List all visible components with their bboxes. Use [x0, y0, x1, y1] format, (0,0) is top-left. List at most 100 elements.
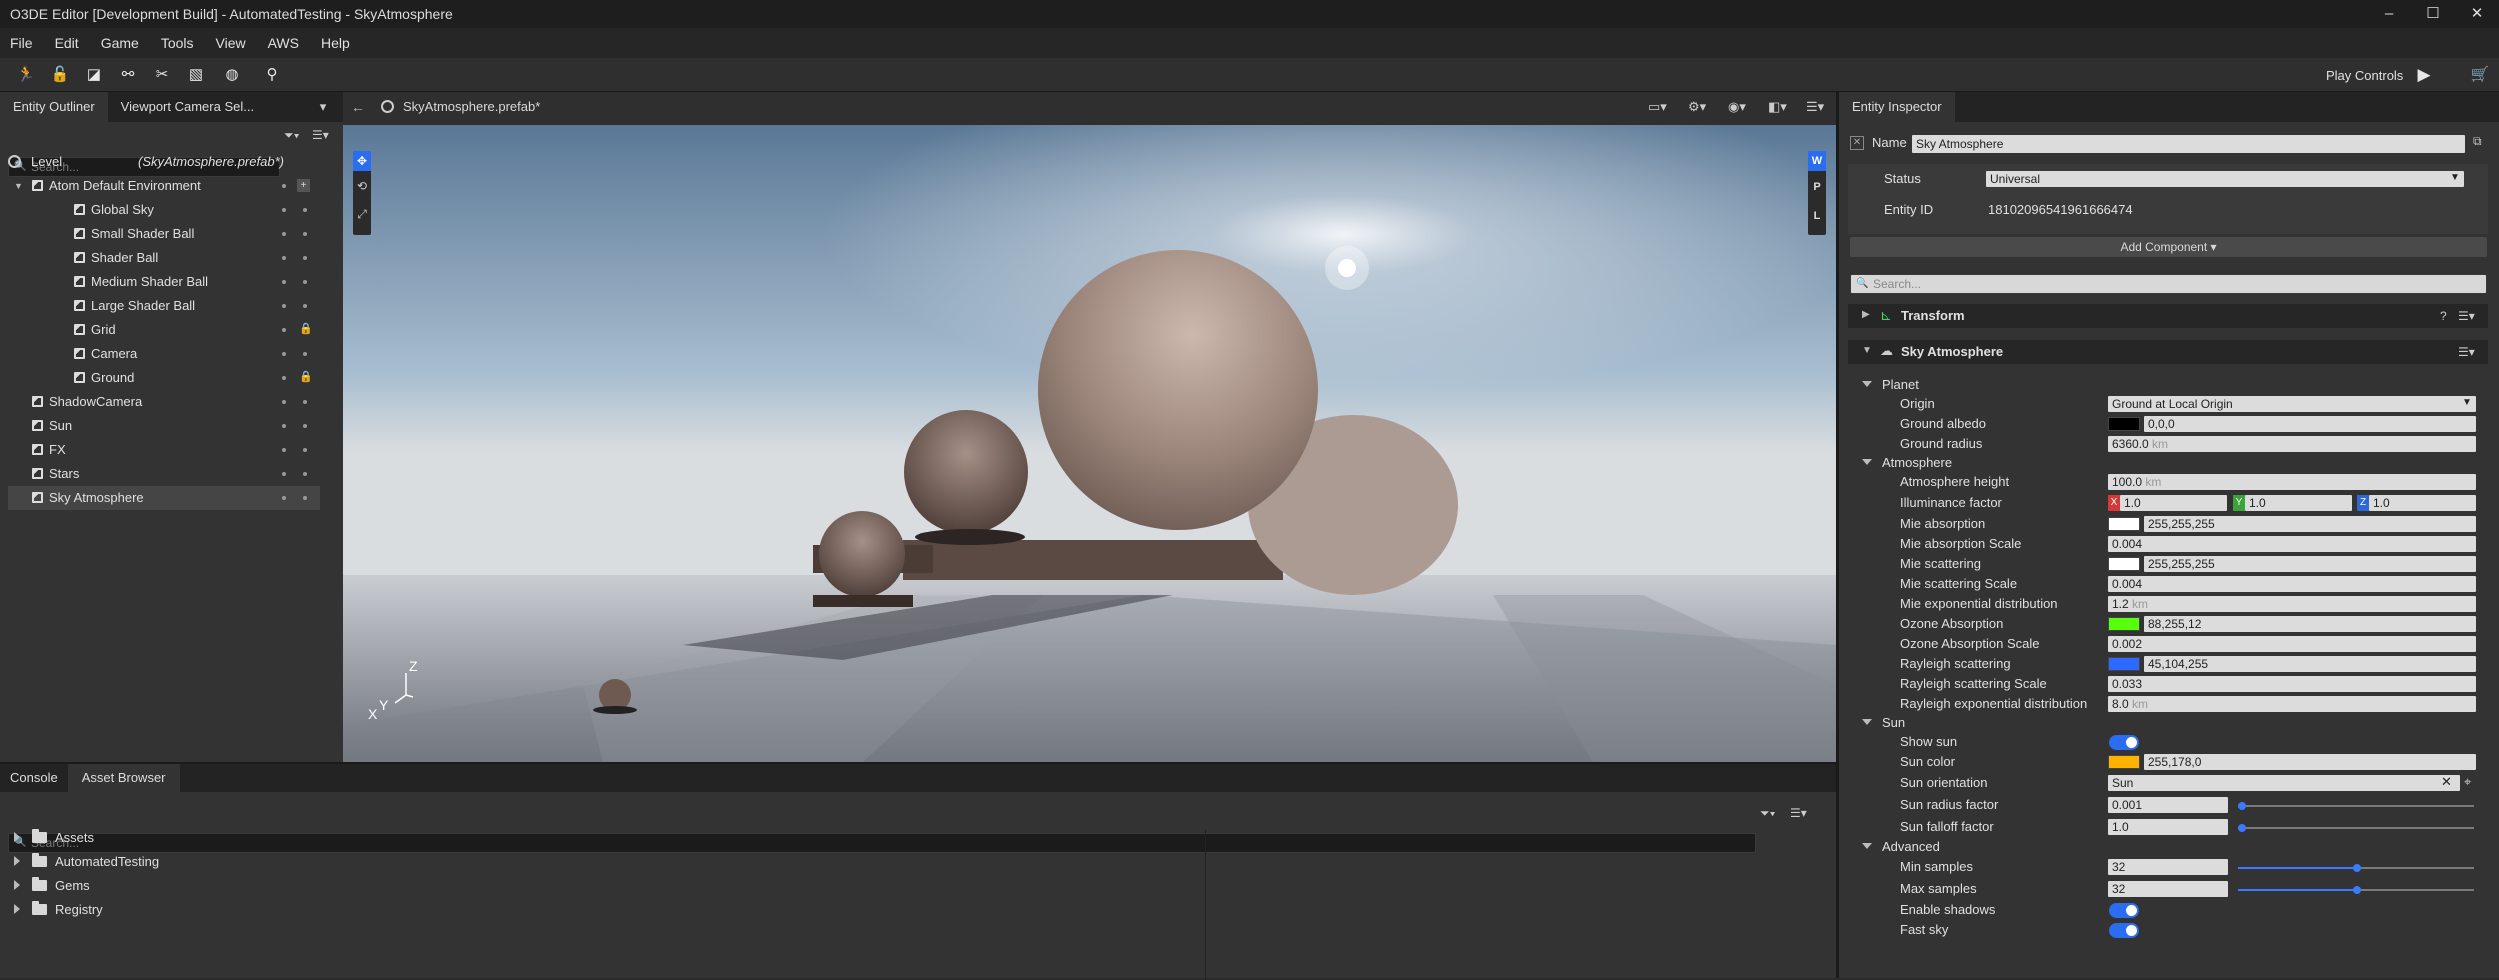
illuminance-x-field[interactable]: 1.0 — [2120, 495, 2227, 511]
menu-game[interactable]: Game — [101, 35, 139, 51]
visibility-dot-icon[interactable] — [282, 184, 286, 188]
name-field[interactable]: Sky Atmosphere — [1912, 135, 2465, 153]
mie-absorption-swatch[interactable] — [2108, 517, 2140, 531]
menu-view[interactable]: View — [216, 35, 246, 51]
tab-entity-outliner[interactable]: Entity Outliner — [0, 92, 108, 122]
tree-entity-row[interactable]: Global Sky — [8, 198, 320, 222]
tree-entity-row[interactable]: Sun — [8, 414, 320, 438]
tree-entity-row[interactable]: Sky Atmosphere — [8, 486, 320, 510]
mie-absorption-field[interactable]: 255,255,255 — [2144, 516, 2476, 532]
atmosphere-group-header[interactable]: Atmosphere — [1862, 453, 1952, 473]
sun-falloff-slider[interactable] — [2238, 824, 2474, 832]
advanced-group-header[interactable]: Advanced — [1862, 837, 1940, 857]
run-icon[interactable]: 🏃 — [16, 65, 36, 85]
tree-entity-row[interactable]: Camera — [8, 342, 320, 366]
close-button[interactable]: ✕ — [2455, 0, 2499, 28]
lock-dot-icon[interactable] — [303, 448, 307, 452]
collapse-sky-icon[interactable]: ▼ — [1862, 345, 1872, 356]
ground-radius-field[interactable]: 6360.0 km — [2108, 436, 2476, 452]
target-picker-icon[interactable]: ⌖ — [2464, 774, 2471, 790]
asset-folder-gems[interactable]: Gems — [14, 874, 90, 898]
lock-icon[interactable]: 🔒 — [299, 370, 313, 383]
terrain-icon[interactable]: ✂ — [152, 65, 172, 85]
asset-folder-automatedtesting[interactable]: AutomatedTesting — [14, 850, 159, 874]
helpers-icon[interactable]: ◉▾ — [1728, 99, 1746, 115]
visibility-dot-icon[interactable] — [282, 256, 286, 260]
visibility-dot-icon[interactable] — [282, 448, 286, 452]
show-sun-toggle[interactable] — [2109, 735, 2139, 750]
mie-scattering-field[interactable]: 255,255,255 — [2144, 556, 2476, 572]
visibility-dot-icon[interactable] — [282, 208, 286, 212]
lock-dot-icon[interactable] — [303, 424, 307, 428]
filter-icon[interactable]: ⏷▾ — [284, 128, 299, 143]
rayleigh-exp-field[interactable]: 8.0 km — [2108, 696, 2476, 712]
world-space-button[interactable]: W — [1808, 151, 1826, 171]
lock-dot-icon[interactable] — [303, 232, 307, 236]
atmosphere-height-field[interactable]: 100.0 km — [2108, 474, 2476, 490]
sun-color-swatch[interactable] — [2108, 755, 2140, 769]
fast-sky-toggle[interactable] — [2109, 923, 2139, 938]
sun-falloff-field[interactable]: 1.0 — [2108, 819, 2228, 835]
mie-exp-field[interactable]: 1.2 km — [2108, 596, 2476, 612]
origin-select[interactable]: Ground at Local Origin — [2108, 396, 2476, 412]
tab-asset-browser[interactable]: Asset Browser — [67, 764, 180, 792]
image-icon[interactable]: ▧ — [186, 65, 206, 85]
visibility-dot-icon[interactable] — [282, 304, 286, 308]
ozone-absorption-swatch[interactable] — [2108, 617, 2140, 631]
visibility-dot-icon[interactable] — [282, 328, 286, 332]
script-canvas-icon[interactable]: ⚯ — [118, 65, 138, 85]
cart-icon[interactable]: 🛒 — [2470, 65, 2490, 85]
material-editor-icon[interactable]: ◪ — [84, 65, 104, 85]
tree-entity-row[interactable]: FX — [8, 438, 320, 462]
add-component-button[interactable]: Add Component ▾ — [1850, 237, 2487, 257]
clear-orientation-icon[interactable]: ✕ — [2441, 774, 2452, 790]
sun-orientation-field[interactable]: Sun — [2108, 775, 2460, 791]
resolution-icon[interactable]: ◧▾ — [1768, 99, 1787, 115]
add-child-icon[interactable]: + — [297, 179, 310, 192]
tree-entity-row[interactable]: Ground — [8, 366, 320, 390]
sun-radius-field[interactable]: 0.001 — [2108, 797, 2228, 813]
asset-menu-icon[interactable]: ☰▾ — [1790, 806, 1807, 820]
lock-dot-icon[interactable] — [303, 352, 307, 356]
enable-shadows-toggle[interactable] — [2109, 903, 2139, 918]
min-samples-field[interactable]: 32 — [2108, 859, 2228, 875]
sun-color-field[interactable]: 255,178,0 — [2144, 754, 2476, 770]
visibility-dot-icon[interactable] — [282, 472, 286, 476]
viewport-menu-icon[interactable]: ☰▾ — [1806, 99, 1824, 115]
tree-entity-row[interactable]: Shader Ball — [8, 246, 320, 270]
tree-entity-row[interactable]: Large Shader Ball — [8, 294, 320, 318]
mie-scattering-swatch[interactable] — [2108, 557, 2140, 571]
lock-dot-icon[interactable] — [303, 256, 307, 260]
pin-icon[interactable]: ⧉ — [2473, 134, 2482, 149]
asset-filter-icon[interactable]: ⏷▾ — [1760, 806, 1775, 821]
asset-folder-assets[interactable]: Assets — [14, 826, 94, 850]
ground-albedo-swatch[interactable] — [2108, 417, 2140, 431]
tab-dropdown-icon[interactable]: ▾ — [303, 92, 343, 122]
lock-icon[interactable]: 🔒 — [299, 322, 313, 335]
back-arrow-icon[interactable]: ← — [351, 99, 365, 115]
rayleigh-scattering-field[interactable]: 45,104,255 — [2144, 656, 2476, 672]
sky-menu-icon[interactable]: ☰▾ — [2458, 345, 2475, 359]
max-samples-field[interactable]: 32 — [2108, 881, 2228, 897]
menu-file[interactable]: File — [10, 35, 33, 51]
gear-icon[interactable]: ⚙▾ — [1688, 99, 1706, 115]
sun-group-header[interactable]: Sun — [1862, 713, 1905, 733]
scale-tool-icon[interactable]: ⤢ — [353, 207, 371, 222]
tree-level-row[interactable]: Level (SkyAtmosphere.prefab*) — [8, 150, 338, 174]
parent-space-button[interactable]: P — [1808, 181, 1826, 193]
tree-entity-row[interactable]: Grid — [8, 318, 320, 342]
move-tool-icon[interactable]: ✥ — [353, 151, 371, 171]
visibility-dot-icon[interactable] — [282, 280, 286, 284]
ground-albedo-field[interactable]: 0,0,0 — [2144, 416, 2476, 432]
menu-tools[interactable]: Tools — [161, 35, 194, 51]
expand-caret-icon[interactable]: ▼ — [14, 174, 23, 198]
rayleigh-scattering-swatch[interactable] — [2108, 657, 2140, 671]
camera-menu-icon[interactable]: ▭▾ — [1648, 99, 1667, 115]
expand-transform-icon[interactable]: ▶ — [1862, 309, 1870, 320]
visibility-dot-icon[interactable] — [282, 376, 286, 380]
viewport-prefab-tab[interactable]: SkyAtmosphere.prefab* — [403, 99, 540, 114]
asset-folder-registry[interactable]: Registry — [14, 898, 103, 922]
lock-dot-icon[interactable] — [303, 496, 307, 500]
lock-layer-icon[interactable]: 🔓 — [50, 65, 70, 85]
help-icon[interactable]: ? — [2440, 309, 2447, 323]
